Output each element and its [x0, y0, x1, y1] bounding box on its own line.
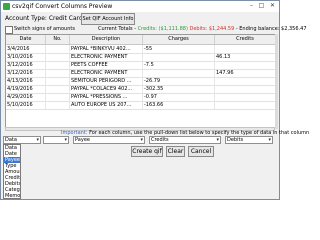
cell-credits — [215, 93, 276, 101]
table-row[interactable]: 5/10/2016 AUTO EUROPE US 207... -163.66 — [6, 101, 276, 110]
cell-credits: 147.96 — [215, 69, 276, 77]
window-title: csv2qif Convert Columns Preview — [12, 3, 113, 10]
cell-credits — [215, 45, 276, 53]
cell-description: SEMITOUR PERIGORD ... — [70, 77, 143, 85]
header-description: Description — [70, 35, 143, 44]
cell-description: ELECTRONIC PAYMENT — [70, 53, 143, 61]
cell-date: 3/4/2016 — [6, 45, 46, 53]
header-date: Date — [6, 35, 46, 44]
cell-date: 3/12/2016 — [6, 61, 46, 69]
cell-description: PAYPAL *PRESSIONS ... — [70, 93, 143, 101]
table-header: Date No. Description Charges Credits — [6, 35, 276, 45]
chevron-down-icon: ▾ — [216, 137, 219, 143]
header-credits: Credits — [215, 35, 276, 44]
cell-date: 3/10/2016 — [6, 53, 46, 61]
set-qif-account-info-button[interactable]: Set QIF Account Info — [81, 13, 135, 25]
cell-charges: -302.35 — [143, 85, 215, 93]
totals-line: Current Totals - Credits: ($1,111.88) De… — [98, 25, 307, 33]
cell-charges: -163.66 — [143, 101, 215, 109]
close-icon[interactable]: ✕ — [268, 2, 277, 10]
cancel-button[interactable]: Cancel — [188, 146, 214, 157]
cell-no — [46, 101, 70, 109]
select-value: Payee — [75, 137, 90, 143]
cell-charges — [143, 53, 215, 61]
cell-charges: -7.5 — [143, 61, 215, 69]
cell-date: 4/19/2016 — [6, 85, 46, 93]
select-value: Data — [5, 137, 17, 143]
column-type-select-date[interactable]: Data ▾ — [3, 136, 41, 144]
cell-no — [46, 69, 70, 77]
maximize-icon[interactable]: □ — [257, 2, 266, 10]
cell-credits: 46.13 — [215, 53, 276, 61]
header-charges: Charges — [143, 35, 215, 44]
create-qif-button[interactable]: Create qif — [131, 146, 163, 157]
cell-date: 3/12/2016 — [6, 69, 46, 77]
app-icon — [3, 3, 10, 10]
select-value: Credits — [151, 137, 169, 143]
minimize-icon[interactable]: – — [247, 2, 256, 10]
cell-charges: -0.97 — [143, 93, 215, 101]
chevron-down-icon: ▾ — [268, 137, 271, 143]
preview-window: csv2qif Convert Columns Preview – □ ✕ Ac… — [0, 0, 309, 200]
column-type-select-charges[interactable]: Credits ▾ — [149, 136, 221, 144]
totals-label: Current Totals - — [98, 26, 137, 32]
column-type-select-no[interactable]: ▾ — [43, 136, 69, 144]
cell-description: PAYPAL *BINKYVU 402... — [70, 45, 143, 53]
title-bar: csv2qif Convert Columns Preview – □ ✕ — [1, 1, 279, 12]
cell-no — [46, 61, 70, 69]
cell-credits — [215, 101, 276, 109]
cell-date: 4/29/2016 — [6, 93, 46, 101]
cell-description: ELECTRONIC PAYMENT — [70, 69, 143, 77]
column-type-select-description[interactable]: Payee ▾ — [73, 136, 145, 144]
cell-no — [46, 93, 70, 101]
column-type-select-credits[interactable]: Debits ▾ — [225, 136, 273, 144]
cell-charges — [143, 69, 215, 77]
switch-signs-label: Switch signs of amounts — [14, 26, 75, 32]
chevron-down-icon: ▾ — [64, 137, 67, 143]
chevron-down-icon: ▾ — [140, 137, 143, 143]
cell-no — [46, 45, 70, 53]
cell-description: PEETS COFFEE — [70, 61, 143, 69]
cell-description: AUTO EUROPE US 207... — [70, 101, 143, 109]
cell-credits — [215, 85, 276, 93]
column-type-dropdown-list: Data Date Payee Type Amount Credits Debi… — [3, 144, 21, 199]
cell-charges: -55 — [143, 45, 215, 53]
cell-credits — [215, 77, 276, 85]
switch-signs-checkbox[interactable] — [5, 26, 13, 34]
cell-no — [46, 53, 70, 61]
cell-no — [46, 85, 70, 93]
cell-description: PAYPAL *COLACE9 402... — [70, 85, 143, 93]
credits-total: Credits: ($1,111.88) — [137, 26, 188, 32]
dropdown-item[interactable]: Memo — [4, 193, 20, 199]
cell-charges: -26.79 — [143, 77, 215, 85]
chevron-down-icon: ▾ — [36, 137, 39, 143]
cell-date: 4/13/2016 — [6, 77, 46, 85]
account-type-label: Account Type: Credit Card — [5, 15, 83, 22]
cell-no — [46, 77, 70, 85]
cell-credits — [215, 61, 276, 69]
header-no: No. — [46, 35, 70, 44]
ending-balance: - Ending balance: $2,356.47 — [235, 26, 307, 32]
table-vertical-scrollbar[interactable] — [275, 34, 278, 129]
select-value: Debits — [227, 137, 244, 143]
clear-button[interactable]: Clear — [166, 146, 185, 157]
preview-table: Date No. Description Charges Credits 3/4… — [5, 34, 277, 129]
cell-date: 5/10/2016 — [6, 101, 46, 109]
debits-total: Debits: $1,244.59 — [189, 26, 235, 32]
